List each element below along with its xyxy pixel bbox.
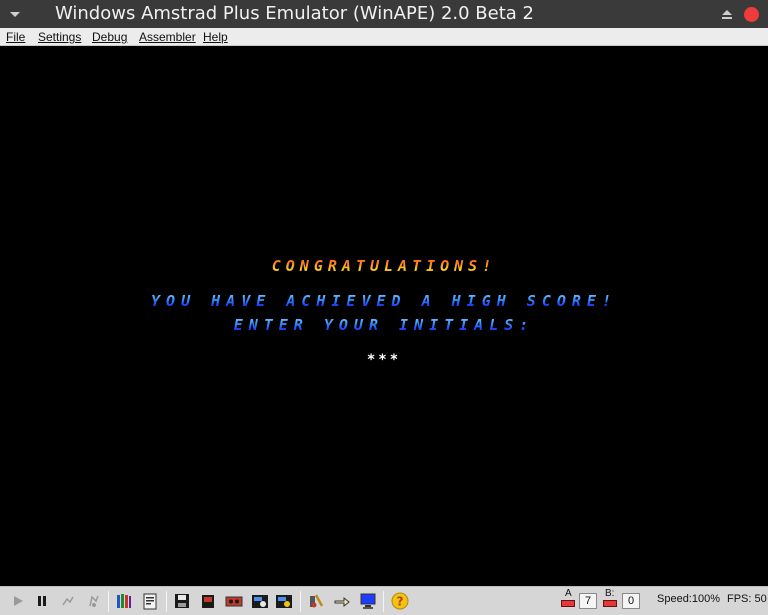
drive-b-led	[603, 600, 617, 607]
snapshot-save-icon[interactable]	[274, 591, 294, 611]
maximize-icon[interactable]	[720, 7, 734, 21]
step-over-icon[interactable]	[84, 591, 104, 611]
toolbar-separator	[300, 591, 301, 612]
toolbar-separator	[383, 591, 384, 612]
step-icon[interactable]	[58, 591, 78, 611]
drive-b-track: 0	[622, 593, 640, 609]
window-title: Windows Amstrad Plus Emulator (WinAPE) 2…	[55, 3, 534, 24]
menu-help[interactable]: Help	[203, 30, 228, 44]
drive-a-label: A	[565, 588, 572, 599]
drive-b-label: B:	[605, 588, 615, 599]
speed-indicator: Speed:100%	[657, 593, 720, 605]
monitor-icon[interactable]	[358, 591, 378, 611]
pause-icon[interactable]	[32, 591, 52, 611]
fps-indicator: FPS: 50	[727, 593, 767, 605]
menu-debug[interactable]: Debug	[92, 30, 127, 44]
cartridge-icon[interactable]	[198, 591, 218, 611]
toolbar: ? A 7 B: 0 Speed:100% FPS: 50	[0, 586, 768, 615]
debugger-icon[interactable]	[306, 591, 326, 611]
menu-assembler[interactable]: Assembler	[139, 30, 196, 44]
enter-initials-text: ENTER YOUR INITIALS:	[0, 316, 768, 334]
toolbar-separator	[108, 591, 109, 612]
drive-a-track: 7	[579, 593, 597, 609]
emulator-screen[interactable]: CONGRATULATIONS! YOU HAVE ACHIEVED A HIG…	[0, 46, 768, 586]
congratulations-text: CONGRATULATIONS!	[0, 257, 768, 275]
high-score-text: YOU HAVE ACHIEVED A HIGH SCORE!	[0, 292, 768, 310]
menu-file[interactable]: File	[6, 30, 25, 44]
emulator-window: Windows Amstrad Plus Emulator (WinAPE) 2…	[0, 0, 768, 615]
help-icon[interactable]: ?	[390, 591, 410, 611]
window-menu-icon[interactable]	[9, 9, 21, 19]
hand-pointer-icon[interactable]	[332, 591, 352, 611]
save-disk-icon[interactable]	[172, 591, 192, 611]
toolbar-separator	[166, 591, 167, 612]
play-icon[interactable]	[8, 591, 28, 611]
settings-document-icon[interactable]	[140, 591, 160, 611]
books-icon[interactable]	[114, 591, 134, 611]
tape-icon[interactable]	[224, 591, 244, 611]
menu-settings[interactable]: Settings	[38, 30, 81, 44]
initials-entry: ***	[366, 352, 402, 368]
snapshot-icon[interactable]	[250, 591, 270, 611]
menu-bar: File Settings Debug Assembler Help	[0, 28, 768, 46]
title-bar: Windows Amstrad Plus Emulator (WinAPE) 2…	[0, 0, 768, 28]
close-button[interactable]	[744, 7, 759, 22]
svg-text:?: ?	[397, 595, 404, 609]
drive-a-led	[561, 600, 575, 607]
